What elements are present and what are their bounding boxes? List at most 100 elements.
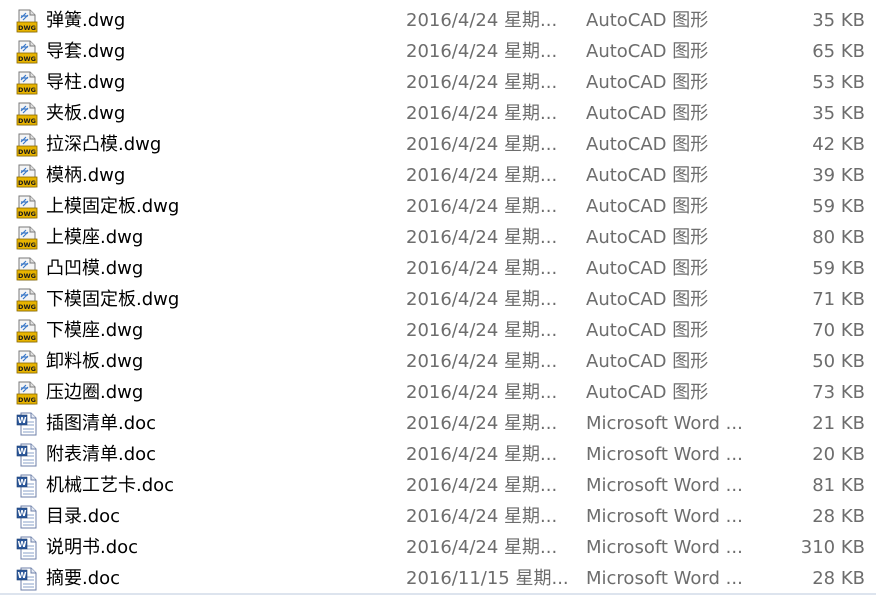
svg-text:W: W <box>18 416 27 425</box>
file-row[interactable]: DWG 拉深凸模.dwg 2016/4/24 星期... AutoCAD 图形 42 … <box>0 129 876 160</box>
file-type: AutoCAD 图形 <box>586 72 709 93</box>
svg-text:DWG: DWG <box>18 210 36 218</box>
dwg-file-icon: DWG <box>16 133 38 157</box>
file-type: AutoCAD 图形 <box>586 103 709 124</box>
file-list: DWG 弹簧.dwg 2016/4/24 星期... AutoCAD 图形 35 KB… <box>0 5 876 594</box>
file-name: 说明书.doc <box>46 537 139 558</box>
file-type: AutoCAD 图形 <box>586 382 709 403</box>
file-name: 目录.doc <box>46 506 121 527</box>
file-size: 35 KB <box>812 103 865 124</box>
file-type: Microsoft Word ... <box>586 475 743 496</box>
file-row[interactable]: W 摘要.doc 2016/11/15 星期... Microsoft Word .… <box>0 563 876 594</box>
file-type: AutoCAD 图形 <box>586 41 709 62</box>
file-size: 71 KB <box>812 289 865 310</box>
file-type: AutoCAD 图形 <box>586 134 709 155</box>
file-type: AutoCAD 图形 <box>586 196 709 217</box>
file-size: 59 KB <box>812 196 865 217</box>
file-size: 81 KB <box>812 475 865 496</box>
dwg-file-icon: DWG <box>16 40 38 64</box>
file-type: Microsoft Word ... <box>586 568 743 589</box>
file-row[interactable]: DWG 下模座.dwg 2016/4/24 星期... AutoCAD 图形 70 K… <box>0 315 876 346</box>
file-row[interactable]: DWG 上模固定板.dwg 2016/4/24 星期... AutoCAD 图形 59… <box>0 191 876 222</box>
file-name: 凸凹模.dwg <box>46 258 144 279</box>
file-row[interactable]: DWG 压边圈.dwg 2016/4/24 星期... AutoCAD 图形 73 K… <box>0 377 876 408</box>
file-type: AutoCAD 图形 <box>586 351 709 372</box>
file-row[interactable]: W 机械工艺卡.doc 2016/4/24 星期... Microsoft Word… <box>0 470 876 501</box>
dwg-file-icon: DWG <box>16 288 38 312</box>
file-row[interactable]: W 插图清单.doc 2016/4/24 星期... Microsoft Word … <box>0 408 876 439</box>
svg-text:DWG: DWG <box>18 179 36 187</box>
svg-text:DWG: DWG <box>18 86 36 94</box>
file-size: 21 KB <box>812 413 865 434</box>
file-name: 插图清单.doc <box>46 413 157 434</box>
file-type: Microsoft Word ... <box>586 444 743 465</box>
svg-text:DWG: DWG <box>18 334 36 342</box>
svg-text:DWG: DWG <box>18 303 36 311</box>
file-name: 压边圈.dwg <box>46 382 144 403</box>
dwg-file-icon: DWG <box>16 226 38 250</box>
svg-text:W: W <box>18 447 27 456</box>
dwg-file-icon: DWG <box>16 71 38 95</box>
file-date-modified: 2016/4/24 星期... <box>406 72 558 93</box>
file-row[interactable]: DWG 弹簧.dwg 2016/4/24 星期... AutoCAD 图形 35 KB <box>0 5 876 36</box>
file-type: Microsoft Word ... <box>586 506 743 527</box>
word-doc-icon: W <box>16 505 38 529</box>
file-name: 夹板.dwg <box>46 103 126 124</box>
word-doc-icon: W <box>16 567 38 591</box>
file-name: 卸料板.dwg <box>46 351 144 372</box>
file-row[interactable]: DWG 凸凹模.dwg 2016/4/24 星期... AutoCAD 图形 59 K… <box>0 253 876 284</box>
file-size: 28 KB <box>812 506 865 527</box>
file-date-modified: 2016/4/24 星期... <box>406 227 558 248</box>
file-row[interactable]: W 附表清单.doc 2016/4/24 星期... Microsoft Word … <box>0 439 876 470</box>
file-row[interactable]: DWG 上模座.dwg 2016/4/24 星期... AutoCAD 图形 80 K… <box>0 222 876 253</box>
file-row[interactable]: W 目录.doc 2016/4/24 星期... Microsoft Word ..… <box>0 501 876 532</box>
file-row[interactable]: DWG 导套.dwg 2016/4/24 星期... AutoCAD 图形 65 KB <box>0 36 876 67</box>
file-date-modified: 2016/4/24 星期... <box>406 10 558 31</box>
file-name: 摘要.doc <box>46 568 121 589</box>
file-row[interactable]: DWG 模柄.dwg 2016/4/24 星期... AutoCAD 图形 39 KB <box>0 160 876 191</box>
file-date-modified: 2016/4/24 星期... <box>406 506 558 527</box>
file-row[interactable]: DWG 卸料板.dwg 2016/4/24 星期... AutoCAD 图形 50 K… <box>0 346 876 377</box>
file-size: 42 KB <box>812 134 865 155</box>
file-type: AutoCAD 图形 <box>586 165 709 186</box>
svg-text:W: W <box>18 509 27 518</box>
file-size: 20 KB <box>812 444 865 465</box>
svg-text:DWG: DWG <box>18 148 36 156</box>
svg-text:DWG: DWG <box>18 55 36 63</box>
file-date-modified: 2016/4/24 星期... <box>406 413 558 434</box>
file-size: 53 KB <box>812 72 865 93</box>
file-date-modified: 2016/4/24 星期... <box>406 444 558 465</box>
file-date-modified: 2016/4/24 星期... <box>406 351 558 372</box>
file-name: 下模座.dwg <box>46 320 144 341</box>
file-name: 导套.dwg <box>46 41 126 62</box>
file-row[interactable]: DWG 导柱.dwg 2016/4/24 星期... AutoCAD 图形 53 KB <box>0 67 876 98</box>
word-doc-icon: W <box>16 412 38 436</box>
file-size: 73 KB <box>812 382 865 403</box>
file-row[interactable]: DWG 下模固定板.dwg 2016/4/24 星期... AutoCAD 图形 71… <box>0 284 876 315</box>
file-name: 模柄.dwg <box>46 165 126 186</box>
svg-text:DWG: DWG <box>18 117 36 125</box>
dwg-file-icon: DWG <box>16 257 38 281</box>
dwg-file-icon: DWG <box>16 9 38 33</box>
svg-text:W: W <box>18 540 27 549</box>
file-size: 70 KB <box>812 320 865 341</box>
file-size: 28 KB <box>812 568 865 589</box>
file-date-modified: 2016/11/15 星期... <box>406 568 569 589</box>
file-size: 310 KB <box>800 537 865 558</box>
file-type: AutoCAD 图形 <box>586 10 709 31</box>
file-size: 35 KB <box>812 10 865 31</box>
dwg-file-icon: DWG <box>16 350 38 374</box>
file-name: 弹簧.dwg <box>46 10 126 31</box>
file-type: AutoCAD 图形 <box>586 227 709 248</box>
file-type: AutoCAD 图形 <box>586 289 709 310</box>
word-doc-icon: W <box>16 474 38 498</box>
file-row[interactable]: W 说明书.doc 2016/4/24 星期... Microsoft Word .… <box>0 532 876 563</box>
file-date-modified: 2016/4/24 星期... <box>406 475 558 496</box>
svg-text:DWG: DWG <box>18 396 36 404</box>
dwg-file-icon: DWG <box>16 195 38 219</box>
file-size: 50 KB <box>812 351 865 372</box>
word-doc-icon: W <box>16 536 38 560</box>
svg-text:DWG: DWG <box>18 24 36 32</box>
file-name: 附表清单.doc <box>46 444 157 465</box>
file-row[interactable]: DWG 夹板.dwg 2016/4/24 星期... AutoCAD 图形 35 KB <box>0 98 876 129</box>
